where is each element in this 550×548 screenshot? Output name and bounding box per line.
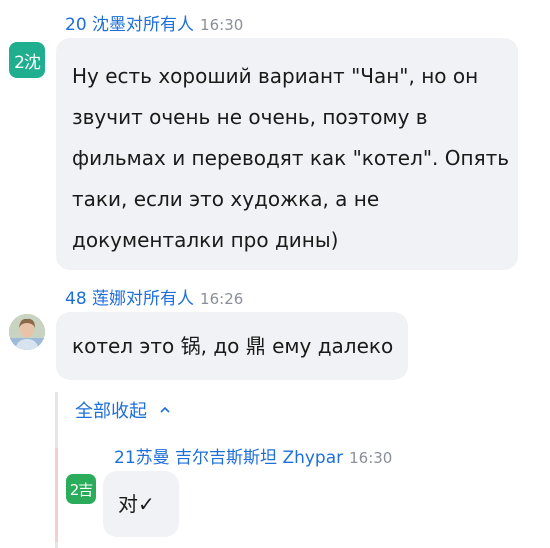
person-photo-icon	[9, 314, 45, 350]
message-line: таки, если это художка, а не	[72, 187, 380, 211]
collapse-all-link[interactable]: 全部收起	[75, 397, 171, 423]
sender-name[interactable]: 20 沈墨	[65, 15, 126, 35]
recipient-label: 对所有人	[126, 289, 195, 309]
reply-bubble[interactable]: 对✓	[103, 471, 179, 537]
chevron-up-icon	[160, 406, 170, 413]
thread-accent-line	[55, 448, 58, 542]
message-line: Ну есть хороший вариант "Чан", но он	[72, 64, 479, 88]
recipient-label: 对所有人	[126, 15, 195, 35]
message-line: звучит очень не очень, поэтому в	[72, 105, 428, 129]
message-time: 16:30	[200, 16, 244, 34]
message-bubble[interactable]: котел это 锅, до 鼎 ему далеко	[56, 312, 408, 380]
sender-name[interactable]: 48 莲娜	[65, 289, 126, 309]
avatar-shenmo[interactable]: 2沈	[9, 42, 45, 78]
message-line: фильмах и переводят как "котел". Опять	[72, 146, 510, 170]
message-bubble[interactable]: Ну есть хороший вариант "Чан", но он зву…	[56, 38, 518, 270]
avatar-zhypar[interactable]: 2吉	[66, 474, 96, 504]
avatar-lianna[interactable]	[9, 314, 45, 350]
message-text: котел это 锅, до 鼎 ему далеко	[72, 334, 394, 358]
message-header: 48 莲娜对所有人 16:26	[65, 289, 243, 309]
sender-name[interactable]: 21苏曼 吉尔吉斯斯坦 Zhypar	[114, 448, 343, 468]
message-time: 16:26	[200, 290, 244, 308]
avatar-text: 2吉	[69, 480, 94, 499]
message-header: 20 沈墨对所有人 16:30	[65, 15, 243, 35]
message-line: документалки про дины)	[72, 228, 339, 252]
message-time: 16:30	[349, 449, 393, 467]
reply-text: 对✓	[118, 492, 155, 516]
avatar-text: 2沈	[14, 52, 41, 73]
collapse-all-label: 全部收起	[75, 401, 147, 422]
reply-header: 21苏曼 吉尔吉斯斯坦 Zhypar 16:30	[114, 448, 392, 468]
